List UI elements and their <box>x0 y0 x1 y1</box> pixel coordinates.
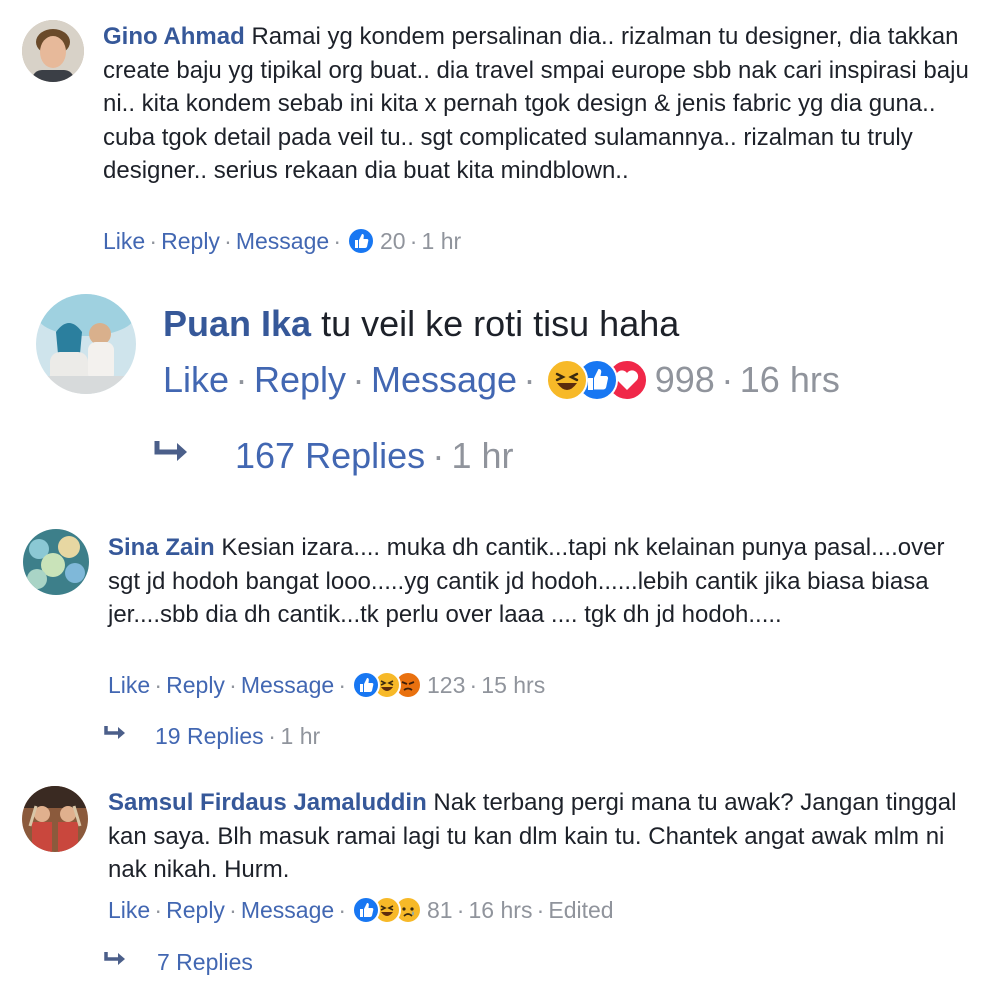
message-link[interactable]: Message <box>241 672 334 699</box>
avatar[interactable] <box>22 786 88 852</box>
comment-actions: Like · Reply · Message · 20 · 1 hr <box>103 226 461 256</box>
avatar[interactable] <box>22 20 84 82</box>
reaction-count[interactable]: 998 <box>655 359 715 401</box>
reaction-icons[interactable] <box>545 359 648 401</box>
edited-label[interactable]: Edited <box>548 897 613 924</box>
separator-dot: · <box>721 359 734 400</box>
like-link[interactable]: Like <box>108 897 150 924</box>
separator-dot: · <box>229 671 237 698</box>
avatar[interactable] <box>36 294 136 394</box>
separator-dot: · <box>432 435 445 476</box>
author-name[interactable]: Sina Zain <box>108 534 215 561</box>
comment-samsul-firdaus-jamaluddin: Samsul Firdaus Jamaluddin Nak terbang pe… <box>0 770 1000 997</box>
separator-dot: · <box>268 722 276 749</box>
like-link[interactable]: Like <box>163 359 229 401</box>
separator-dot: · <box>338 896 346 923</box>
separator-dot: · <box>154 671 162 698</box>
replies-count[interactable]: 167 Replies <box>235 435 425 477</box>
reaction-count[interactable]: 123 <box>427 672 465 699</box>
comment-text: Kesian izara.... muka dh cantik...tapi n… <box>108 534 945 628</box>
comment-actions: Like · Reply · Message · 998 · 16 hrs <box>163 356 840 404</box>
message-link[interactable]: Message <box>241 897 334 924</box>
timestamp[interactable]: 16 hrs <box>469 897 533 924</box>
view-replies[interactable]: 167 Replies · 1 hr <box>153 432 514 480</box>
timestamp[interactable]: 16 hrs <box>740 359 840 401</box>
separator-dot: · <box>409 227 418 254</box>
author-name[interactable]: Puan Ika <box>163 303 311 344</box>
comment-body: Gino Ahmad Ramai yg kondem persalinan di… <box>103 20 983 188</box>
reaction-icons[interactable] <box>352 671 423 699</box>
like-reaction-icon <box>347 227 376 255</box>
comment-puan-ika: Puan Ika tu veil ke roti tisu haha Like … <box>0 270 1000 500</box>
author-name[interactable]: Samsul Firdaus Jamaluddin <box>108 789 427 816</box>
reply-arrow-icon <box>153 435 235 477</box>
comment-gino-ahmad: Gino Ahmad Ramai yg kondem persalinan di… <box>0 0 1000 270</box>
comment-text: tu veil ke roti tisu haha <box>321 303 680 344</box>
reply-arrow-icon <box>103 723 155 750</box>
like-reaction-icon <box>352 896 381 924</box>
separator-dot: · <box>469 671 478 698</box>
avatar[interactable] <box>23 529 89 595</box>
reply-arrow-icon <box>103 949 157 976</box>
timestamp[interactable]: 1 hr <box>422 228 462 255</box>
comment-actions: Like · Reply · Message · 81 · 16 hrs · E… <box>108 895 614 925</box>
separator-dot: · <box>536 896 545 923</box>
comment-sina-zain: Sina Zain Kesian izara.... muka dh canti… <box>0 515 1000 765</box>
reply-link[interactable]: Reply <box>161 228 220 255</box>
comment-body: Puan Ika tu veil ke roti tisu haha <box>163 300 983 348</box>
comment-body: Sina Zain Kesian izara.... muka dh canti… <box>108 531 983 632</box>
separator-dot: · <box>224 227 232 254</box>
view-replies[interactable]: 7 Replies <box>103 947 253 977</box>
author-name[interactable]: Gino Ahmad <box>103 23 245 50</box>
like-reaction-icon <box>352 671 381 699</box>
separator-dot: · <box>149 227 157 254</box>
replies-timestamp: 1 hr <box>280 722 321 749</box>
separator-dot: · <box>338 671 346 698</box>
like-link[interactable]: Like <box>108 672 150 699</box>
reaction-count[interactable]: 20 <box>380 228 406 255</box>
separator-dot: · <box>235 359 248 400</box>
reaction-icons[interactable] <box>352 896 423 924</box>
reaction-count[interactable]: 81 <box>427 897 453 924</box>
replies-count[interactable]: 19 Replies <box>155 723 264 750</box>
timestamp[interactable]: 15 hrs <box>481 672 545 699</box>
separator-dot: · <box>333 227 341 254</box>
replies-timestamp: 1 hr <box>451 435 514 476</box>
replies-count[interactable]: 7 Replies <box>157 949 253 976</box>
haha-reaction-icon <box>545 359 588 401</box>
comment-actions: Like · Reply · Message · 123 · 15 hrs <box>108 670 545 700</box>
reaction-icons[interactable] <box>347 227 376 255</box>
separator-dot: · <box>229 896 237 923</box>
reply-link[interactable]: Reply <box>254 359 346 401</box>
separator-dot: · <box>154 896 162 923</box>
comment-body: Samsul Firdaus Jamaluddin Nak terbang pe… <box>108 786 978 887</box>
message-link[interactable]: Message <box>371 359 517 401</box>
separator-dot: · <box>523 359 536 400</box>
reply-link[interactable]: Reply <box>166 897 225 924</box>
reply-link[interactable]: Reply <box>166 672 225 699</box>
like-link[interactable]: Like <box>103 228 145 255</box>
separator-dot: · <box>352 359 365 400</box>
view-replies[interactable]: 19 Replies · 1 hr <box>103 721 320 751</box>
separator-dot: · <box>456 896 465 923</box>
message-link[interactable]: Message <box>236 228 329 255</box>
